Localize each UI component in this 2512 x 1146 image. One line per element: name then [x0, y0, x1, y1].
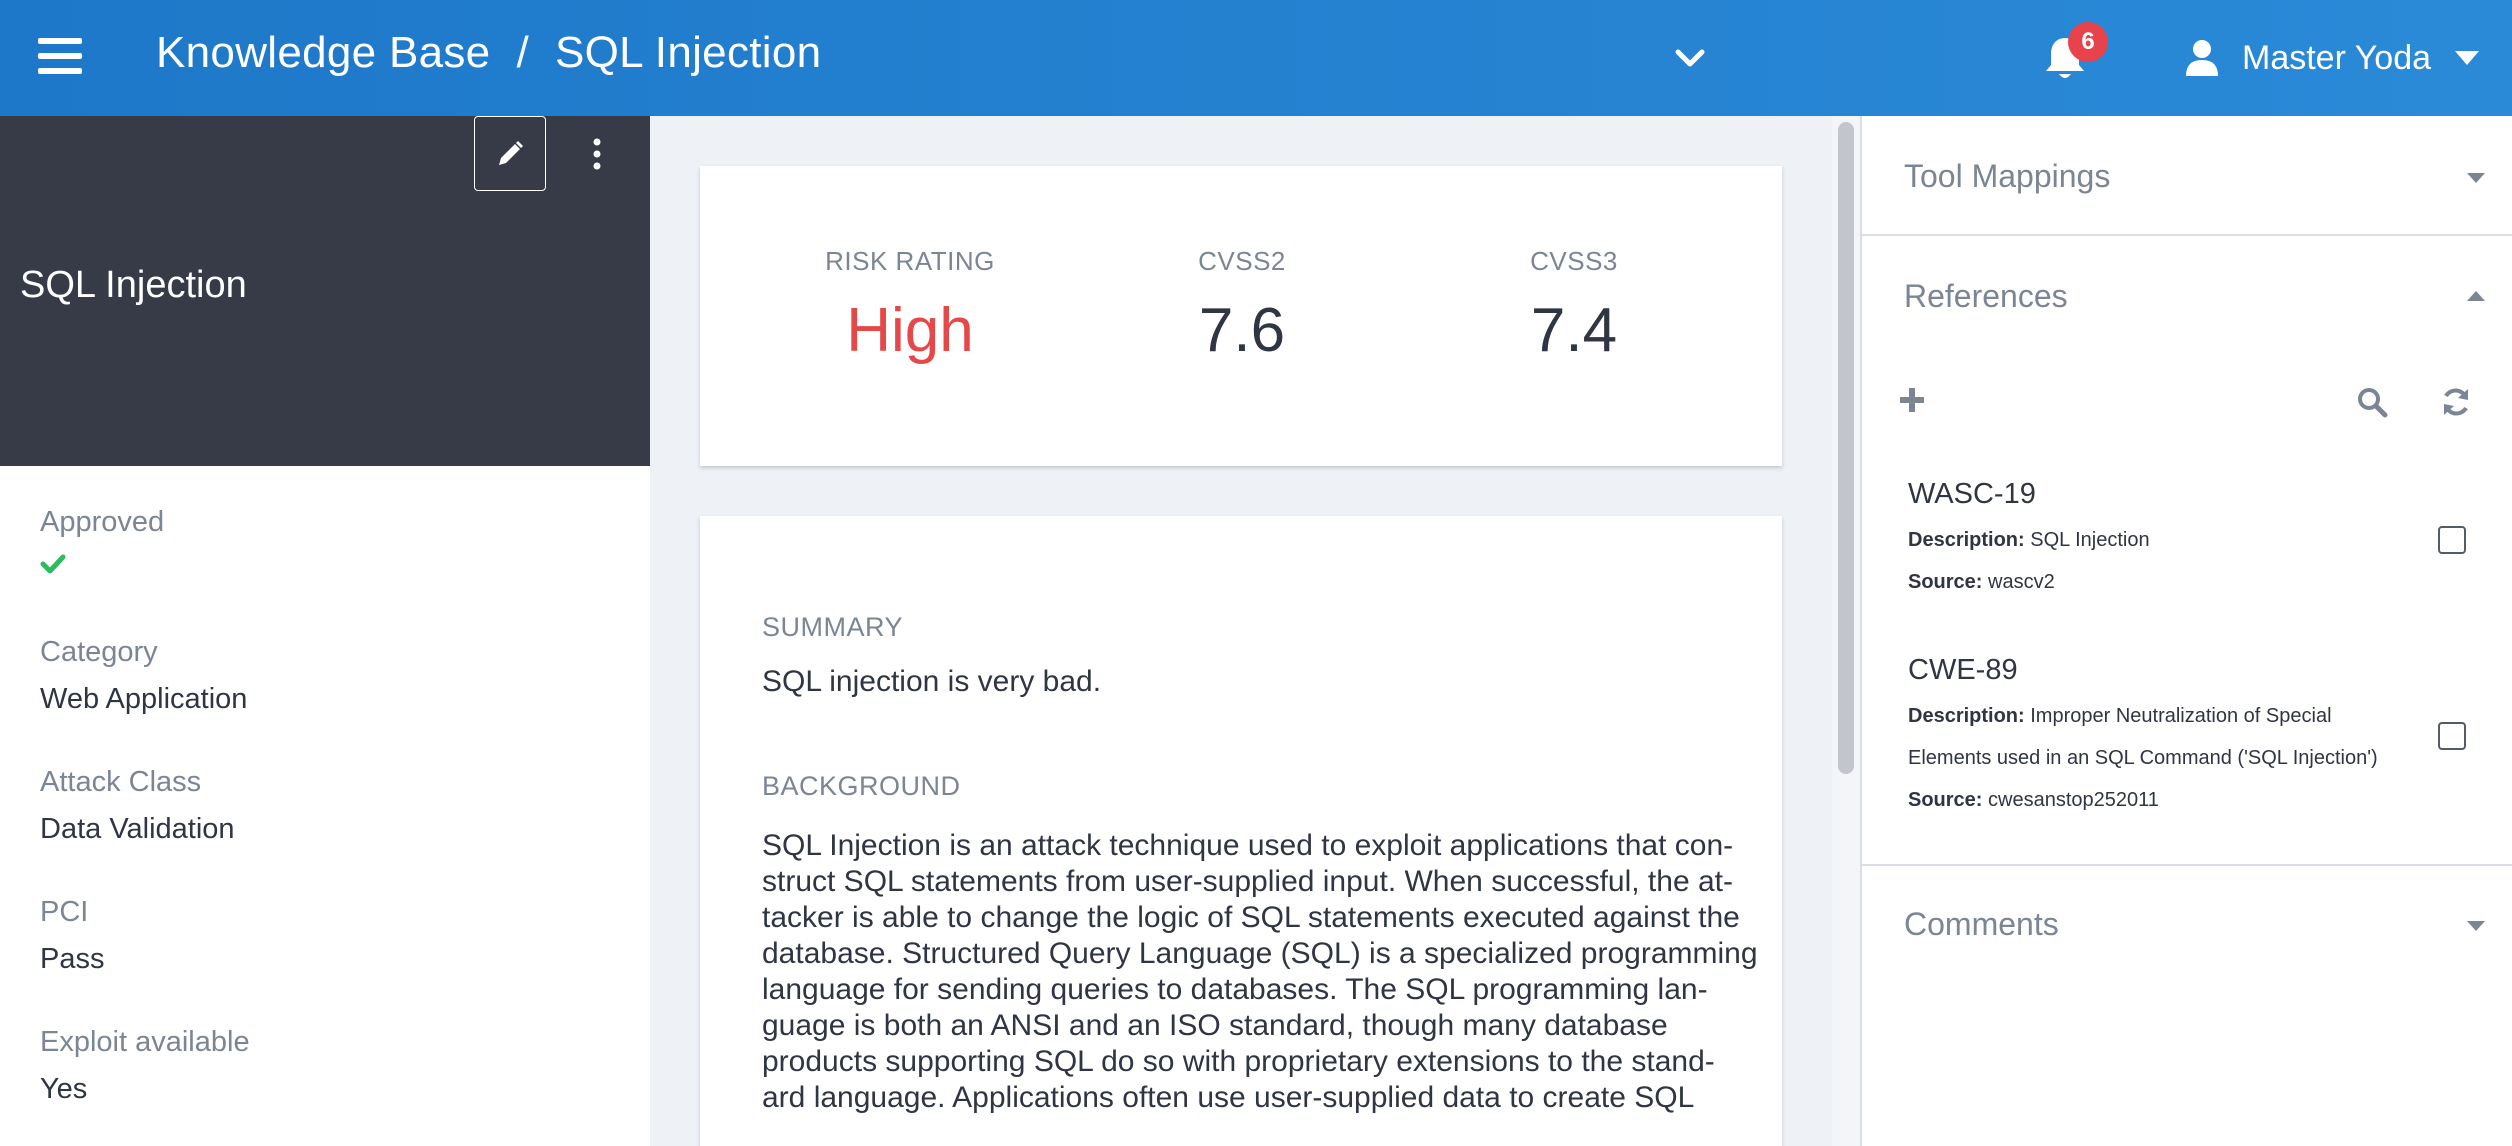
check-icon — [40, 554, 66, 574]
cvss3: CVSS3 7.4 — [1454, 246, 1694, 366]
refresh-icon[interactable] — [2440, 386, 2472, 418]
attr-label: Category — [40, 636, 158, 668]
attr-label: Approved — [40, 506, 165, 538]
scrollbar-thumb[interactable] — [1838, 122, 1854, 774]
cvss2-label: CVSS2 — [1198, 246, 1286, 276]
divider — [1862, 234, 2512, 236]
attr-pci: PCI Pass — [40, 896, 104, 976]
summary-text: SQL injection is very bad. — [762, 665, 1102, 698]
reference-description: Description: SQL Injection — [1908, 519, 2468, 561]
attributes-panel: Approved Category Web Application Attack… — [0, 466, 650, 1146]
reference-source: Source: wascv2 — [1908, 561, 2468, 603]
source-label: Source: — [1908, 789, 1983, 811]
menu-icon[interactable] — [38, 38, 82, 74]
chevron-down-icon[interactable] — [1672, 44, 1708, 72]
tool-mappings-header[interactable]: Tool Mappings — [1904, 158, 2110, 195]
background-line: guage is both an ANSI and an ISO standar… — [762, 1009, 1668, 1042]
background-text: SQL Injection is an attack technique use… — [762, 828, 1758, 1116]
attr-attack-class: Attack Class Data Validation — [40, 766, 235, 846]
attr-value: Data Validation — [40, 813, 235, 845]
user-icon — [2186, 40, 2218, 76]
breadcrumb-separator: / — [516, 28, 529, 77]
reference-item: WASC-19 Description: SQL Injection Sourc… — [1908, 478, 2468, 603]
attr-exploit-available: Exploit available Yes — [40, 1026, 250, 1106]
reference-id: CWE-89 — [1908, 654, 2018, 686]
reference-description-cont: Elements used in an SQL Command ('SQL In… — [1908, 747, 2378, 769]
references-header[interactable]: References — [1904, 278, 2068, 315]
background-line: products supporting SQL do so with propr… — [762, 1045, 1715, 1078]
description-card: SUMMARY SQL injection is very bad. BACKG… — [700, 516, 1782, 1146]
background-line: tacker is able to change the logic of SQ… — [762, 901, 1740, 934]
right-sidebar: Tool Mappings References WASC-19 Descrip… — [1860, 116, 2512, 1146]
attr-value: Web Application — [40, 683, 248, 715]
vulnerability-header: SQL Injection — [0, 116, 650, 466]
cvss2-value: 7.6 — [1198, 296, 1286, 365]
caret-down-icon[interactable] — [2466, 920, 2486, 932]
source-text: cwesanstop252011 — [1988, 789, 2159, 811]
attr-value: Pass — [40, 943, 105, 975]
reference-checkbox[interactable] — [2438, 722, 2466, 750]
notification-badge[interactable]: 6 — [2068, 22, 2108, 62]
cvss3-value: 7.4 — [1530, 296, 1618, 365]
summary-label: SUMMARY — [762, 612, 904, 642]
description-text: SQL Injection — [2030, 529, 2150, 551]
attr-value: Yes — [40, 1073, 88, 1105]
comments-header[interactable]: Comments — [1904, 906, 2059, 943]
background-line: ard language. Applications often use use… — [762, 1081, 1695, 1114]
attr-label: Exploit available — [40, 1026, 250, 1058]
background-label: BACKGROUND — [762, 771, 961, 801]
pencil-icon — [499, 140, 523, 165]
description-text: Improper Neutralization of Special — [2030, 705, 2332, 727]
user-menu[interactable]: Master Yoda — [2182, 30, 2481, 86]
background-line: database. Structured Query Language (SQL… — [762, 937, 1758, 970]
caret-down-icon — [2455, 51, 2480, 65]
cvss2: CVSS2 7.6 — [1122, 246, 1362, 366]
risk-rating: RISK RATING High — [790, 246, 1030, 366]
reference-description: Description: Improper Neutralization of … — [1908, 695, 2468, 737]
reference-source: Source: cwesanstop252011 — [1908, 779, 2468, 821]
attr-label: PCI — [40, 896, 89, 928]
edit-button[interactable] — [474, 116, 546, 191]
attr-label: Attack Class — [40, 766, 202, 798]
source-label: Source: — [1908, 571, 1983, 593]
background-line: struct SQL statements from user-supplied… — [762, 865, 1733, 898]
user-name: Master Yoda — [2242, 38, 2432, 77]
reference-checkbox[interactable] — [2438, 526, 2466, 554]
source-text: wascv2 — [1988, 571, 2055, 593]
risk-rating-card: RISK RATING High CVSS2 7.6 CVSS3 7.4 — [700, 166, 1782, 466]
reference-id: WASC-19 — [1908, 478, 2036, 510]
background-line: SQL Injection is an attack technique use… — [762, 829, 1734, 862]
add-icon[interactable] — [1898, 386, 1926, 414]
background-line: language for sending queries to database… — [762, 973, 1708, 1006]
caret-down-icon[interactable] — [2466, 172, 2486, 184]
risk-rating-label: RISK RATING — [825, 246, 995, 276]
breadcrumb-current: SQL Injection — [554, 28, 822, 77]
vulnerability-title: SQL Injection — [20, 264, 247, 306]
breadcrumb-knowledge-base[interactable]: Knowledge Base — [156, 28, 490, 77]
more-options-icon[interactable] — [582, 136, 612, 172]
description-label: Description: — [1908, 705, 2025, 727]
reference-item: CWE-89 Description: Improper Neutralizat… — [1908, 654, 2468, 821]
attr-approved: Approved — [40, 506, 164, 580]
cvss3-label: CVSS3 — [1530, 246, 1618, 276]
description-label: Description: — [1908, 529, 2025, 551]
attr-category: Category Web Application — [40, 636, 247, 716]
top-bar: Knowledge Base / SQL Injection 6 Master Yo… — [0, 0, 2512, 116]
search-icon[interactable] — [2356, 386, 2388, 418]
breadcrumb: Knowledge Base / SQL Injection — [156, 28, 821, 78]
caret-up-icon[interactable] — [2466, 290, 2486, 302]
divider — [1862, 864, 2512, 866]
risk-rating-value: High — [846, 296, 974, 365]
